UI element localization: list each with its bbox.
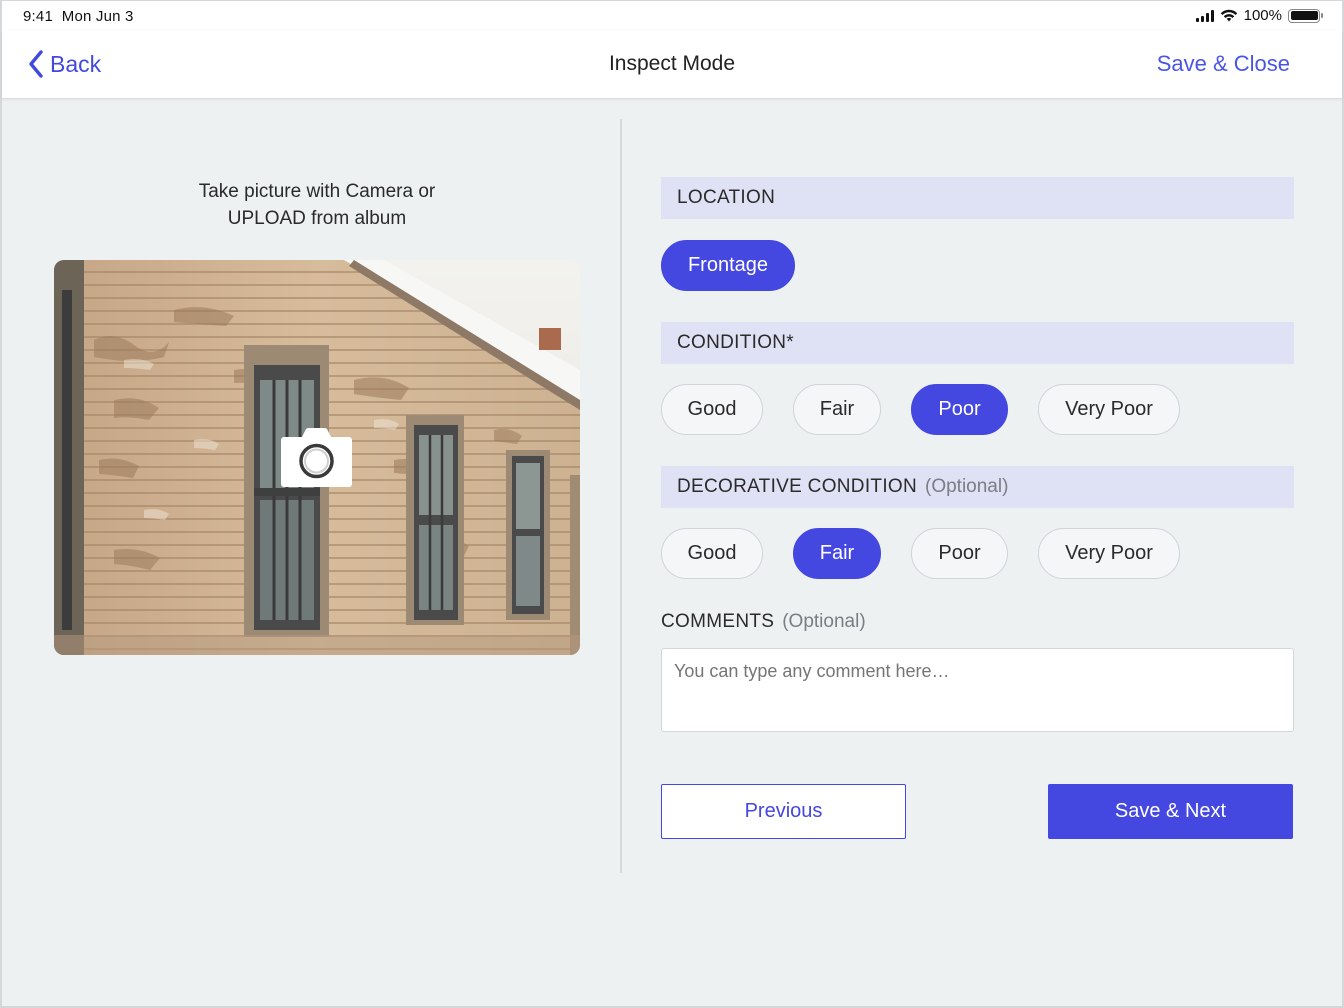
wifi-icon [1220,9,1237,22]
save-next-button[interactable]: Save & Next [1048,784,1293,839]
upload-instruction: Take picture with Camera or UPLOAD from … [54,178,580,232]
condition-option-good[interactable]: Good [661,384,763,435]
condition-option-very-poor[interactable]: Very Poor [1038,384,1180,435]
location-section-header: LOCATION [661,177,1294,219]
page-title: Inspect Mode [608,52,736,75]
decorative-condition-optional-label: (Optional) [925,476,1009,497]
decorative-option-poor[interactable]: Poor [911,528,1008,579]
comments-optional-label: (Optional) [782,611,866,632]
camera-icon [281,428,352,487]
comments-heading: COMMENTS [661,611,775,632]
condition-option-fair[interactable]: Fair [793,384,881,435]
status-bar: 9:41 Mon Jun 3 100% [2,1,1342,31]
upload-instruction-line2: UPLOAD from album [227,208,407,229]
app-frame: 9:41 Mon Jun 3 100% Back Inspect Mode Sa… [0,0,1344,1008]
cellular-signal-icon [1195,9,1214,22]
condition-option-poor[interactable]: Poor [911,384,1008,435]
previous-button[interactable]: Previous [661,784,906,839]
decorative-condition-section-header: DECORATIVE CONDITION (Optional) [661,466,1294,508]
upload-instruction-line1: Take picture with Camera or [198,181,436,202]
condition-heading: CONDITION* [677,332,794,353]
status-date: Mon Jun 3 [61,8,134,25]
navigation-bar: Back Inspect Mode Save & Close [2,31,1342,99]
comments-input[interactable] [661,648,1294,732]
panel-divider [620,119,622,873]
decorative-condition-heading: DECORATIVE CONDITION [677,476,917,497]
battery-icon [1288,8,1323,23]
location-heading: LOCATION [677,187,776,208]
status-time: 9:41 Mon Jun 3 [23,8,134,25]
condition-section-header: CONDITION* [661,322,1294,364]
location-option-frontage[interactable]: Frontage [661,240,795,291]
battery-percent: 100% [1243,7,1282,24]
decorative-option-fair[interactable]: Fair [793,528,881,579]
comments-label: COMMENTS (Optional) [661,611,866,633]
save-close-button[interactable]: Save & Close [1157,51,1290,77]
camera-button[interactable] [281,428,352,487]
decorative-option-good[interactable]: Good [661,528,763,579]
decorative-option-very-poor[interactable]: Very Poor [1038,528,1180,579]
